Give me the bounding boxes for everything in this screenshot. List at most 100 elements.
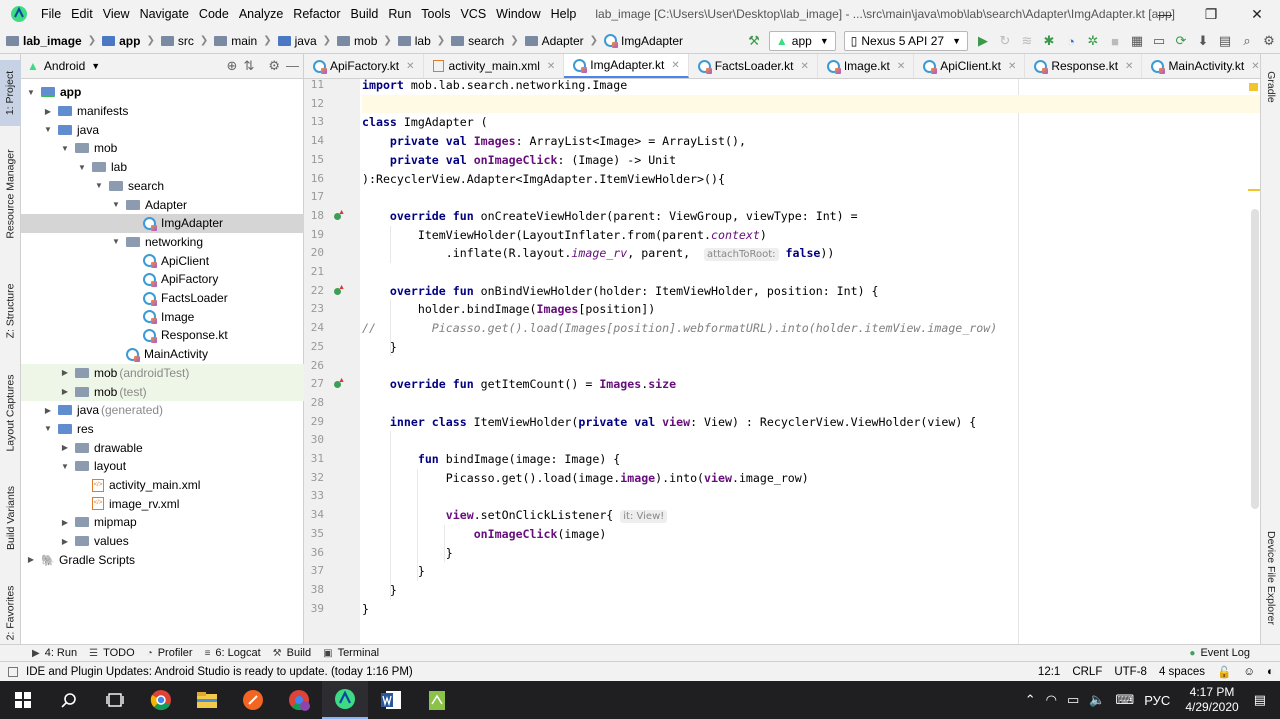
tree-item[interactable]: ▼ java [21,120,304,139]
editor-tab[interactable]: activity_main.xml ✕ [424,54,565,78]
menu-vcs[interactable]: VCS [455,7,491,21]
code-line[interactable] [362,487,1260,506]
code-line[interactable]: override fun onBindViewHolder(holder: It… [362,282,1260,301]
tree-item[interactable]: MainActivity [21,345,304,364]
clock[interactable]: 4:17 PM 4/29/2020 [1185,685,1238,715]
lock-icon[interactable]: 🔓 [1217,665,1231,679]
code-line[interactable]: private val onImageClick: (Image) -> Uni… [362,151,1260,170]
tree-item[interactable]: ▶ mob (androidTest) [21,363,304,383]
tree-item[interactable]: FactsLoader [21,289,304,308]
hide-icon[interactable]: — [286,58,299,74]
tool-tab-build-variants[interactable]: Build Variants [0,482,21,554]
tree-item[interactable]: ▼ layout [21,457,304,476]
close-tab-icon[interactable]: ✕ [547,61,555,72]
breadcrumb-project[interactable]: lab_image ❯ [0,34,96,48]
code-line[interactable]: ):RecyclerView.Adapter<ImgAdapter.ItemVi… [362,170,1260,189]
word-icon[interactable] [368,681,414,719]
code-line[interactable] [362,263,1260,282]
code-line[interactable]: } [362,581,1260,600]
status-message[interactable]: IDE and Plugin Updates: Android Studio i… [8,666,413,678]
code-line[interactable] [362,188,1260,207]
menu-file[interactable]: File [36,7,66,21]
error-stripe-marker[interactable] [1248,189,1260,191]
tree-item[interactable]: ▶ java (generated) [21,401,304,420]
line-separator[interactable]: CRLF [1072,666,1102,678]
debug-icon[interactable]: ✱ [1038,30,1060,52]
expanded-arrow-icon[interactable]: ▼ [25,88,37,97]
menu-analyze[interactable]: Analyze [234,7,288,21]
collapsed-arrow-icon[interactable]: ▶ [42,107,54,116]
breadcrumb-module[interactable]: app ❯ [96,34,155,48]
breadcrumb-mob[interactable]: mob ❯ [331,34,392,48]
notifications-icon[interactable]: ◐ [1267,666,1274,678]
volume-icon[interactable]: 🔈 [1089,692,1105,708]
code-line[interactable] [362,357,1260,376]
breadcrumb-lab[interactable]: lab ❯ [392,34,445,48]
code-line[interactable]: } [362,562,1260,581]
tree-item[interactable]: ApiClient [21,251,304,270]
project-view-select[interactable]: Android [44,59,85,73]
stop-icon[interactable]: ■ [1104,30,1126,52]
device-select[interactable]: ▯ Nexus 5 API 27 ▼ [843,31,968,51]
tree-item[interactable]: ▼ lab [21,158,304,177]
expanded-arrow-icon[interactable]: ▼ [76,163,88,172]
minimize-icon[interactable]: — [1142,0,1188,28]
code-line[interactable]: } [362,338,1260,357]
tree-item[interactable]: ▼ mob [21,139,304,158]
settings-icon[interactable]: ⚙ [1258,30,1280,52]
editor-scrollbar[interactable] [1248,79,1260,644]
tool-tab-structure[interactable]: Z: Structure [0,276,21,346]
file-encoding[interactable]: UTF-8 [1114,666,1147,678]
breadcrumb-file[interactable]: ImgAdapter [598,34,683,48]
code-line[interactable]: } [362,600,1260,619]
windows-start-icon[interactable] [0,681,46,719]
expanded-arrow-icon[interactable]: ▼ [42,424,54,433]
menu-navigate[interactable]: Navigate [135,7,194,21]
code-line[interactable]: Picasso.get().load(image.image).into(vie… [362,469,1260,488]
code-line[interactable]: inner class ItemViewHolder(private val v… [362,413,1260,432]
editor-tab[interactable]: Image.kt ✕ [818,54,915,78]
task-view-icon[interactable] [92,681,138,719]
tree-item[interactable]: ▼ networking [21,233,304,252]
code-line[interactable]: override fun onCreateViewHolder(parent: … [362,207,1260,226]
locate-icon[interactable]: ⊕ [227,58,238,74]
menu-view[interactable]: View [98,7,135,21]
file-explorer-icon[interactable] [184,681,230,719]
breadcrumb-search[interactable]: search ❯ [445,34,519,48]
chrome-icon[interactable] [138,681,184,719]
collapsed-arrow-icon[interactable]: ▶ [25,555,37,564]
apply-code-changes-icon[interactable]: ≋ [1016,30,1038,52]
tree-item[interactable]: ImgAdapter [21,213,304,233]
expanded-arrow-icon[interactable]: ▼ [93,181,105,190]
warning-marker-icon[interactable] [1249,83,1258,91]
code-line[interactable]: ItemViewHolder(LayoutInflater.from(paren… [362,226,1260,245]
tool-tab-terminal[interactable]: ▣ Terminal [323,647,379,659]
tool-tab-build[interactable]: ⚒ Build [273,647,311,659]
close-tab-icon[interactable]: ✕ [897,61,905,72]
chevron-up-icon[interactable]: ⌃ [1025,692,1036,708]
tree-item[interactable]: ▼ search [21,177,304,196]
tool-tab-resource-manager[interactable]: Resource Manager [0,146,21,242]
editor-tab[interactable]: MainActivity.kt ✕ [1142,54,1260,78]
gear-icon[interactable]: ⚙ [268,58,280,74]
tree-item[interactable]: </> image_rv.xml [21,494,304,513]
code-line[interactable] [362,431,1260,450]
indent-setting[interactable]: 4 spaces [1159,666,1205,678]
avd-manager-icon[interactable]: ▭ [1148,30,1170,52]
caret-position[interactable]: 12:1 [1038,666,1060,678]
notepad-icon[interactable] [414,681,460,719]
inspector-icon[interactable]: ☺ [1243,666,1255,678]
search-icon[interactable]: ⌕ [1236,30,1258,52]
code-line[interactable]: .inflate(R.layout.image_rv, parent, atta… [362,244,1260,263]
run-config-select[interactable]: ▲ app ▼ [768,31,836,51]
editor-tab[interactable]: FactsLoader.kt ✕ [689,54,818,78]
attach-debugger-icon[interactable]: ✲ [1082,30,1104,52]
action-center-icon[interactable]: ▤ [1254,692,1266,708]
collapsed-arrow-icon[interactable]: ▶ [42,406,54,415]
tree-item[interactable]: ▼ Adapter [21,195,304,214]
editor-tab[interactable]: Response.kt ✕ [1025,54,1143,78]
editor-tab[interactable]: ApiFactory.kt ✕ [304,54,424,78]
tree-item[interactable]: ▶ values [21,532,304,551]
code-line[interactable] [362,94,1260,114]
collapse-all-icon[interactable]: ⇅ [243,58,254,74]
